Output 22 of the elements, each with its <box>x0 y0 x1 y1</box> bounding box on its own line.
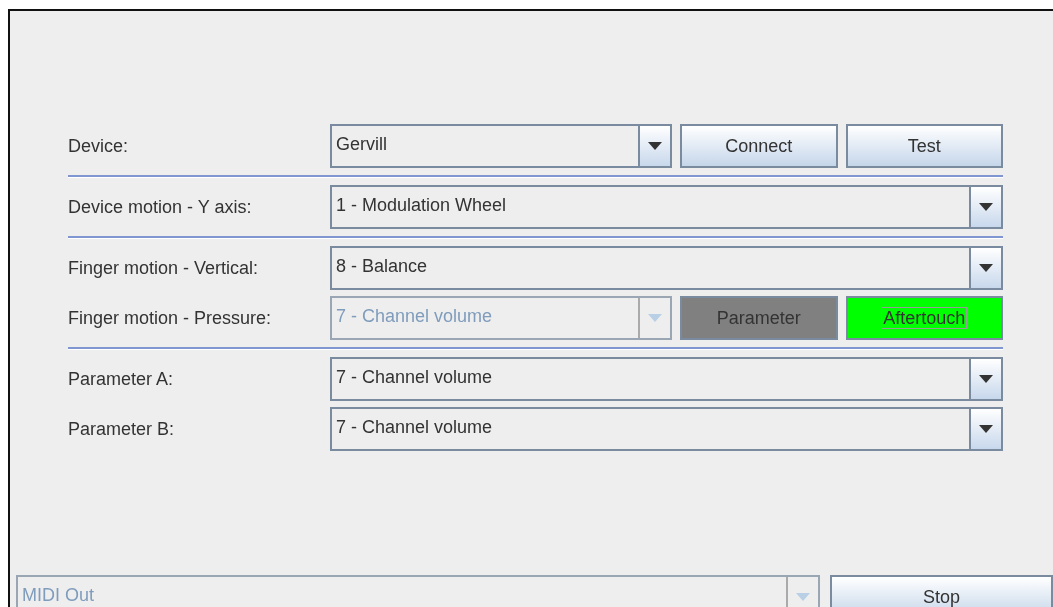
dropdown[interactable]: 7 - Channel volume <box>330 407 1003 451</box>
action-button[interactable]: Connect <box>680 124 838 168</box>
dropdown[interactable]: Gervill <box>330 124 672 168</box>
stop-button[interactable]: Stop <box>830 575 1053 607</box>
dropdown[interactable]: 8 - Balance <box>330 246 1003 290</box>
field-label: Finger motion - Vertical: <box>68 257 260 279</box>
dropdown[interactable]: 7 - Channel volume <box>330 357 1003 401</box>
toggle-button[interactable]: Aftertouch <box>845 296 1003 340</box>
field-label: Device motion - Y axis: <box>68 196 253 218</box>
field-label: Finger motion - Pressure: <box>68 307 273 329</box>
action-button[interactable]: Test <box>845 124 1003 168</box>
dropdown-arrow-icon <box>979 203 993 211</box>
dropdown-arrow-icon <box>796 593 810 601</box>
dropdown-arrow-icon <box>648 314 662 322</box>
field-label: Parameter B: <box>68 418 176 440</box>
field-label: Parameter A: <box>68 368 175 390</box>
dropdown-arrow-icon <box>979 375 993 383</box>
dropdown-arrow-icon <box>648 142 662 150</box>
field-label: Device: <box>68 135 130 157</box>
dropdown[interactable]: 1 - Modulation Wheel <box>330 185 1003 229</box>
dropdown-arrow-icon <box>979 264 993 272</box>
dropdown-arrow-icon <box>979 425 993 433</box>
